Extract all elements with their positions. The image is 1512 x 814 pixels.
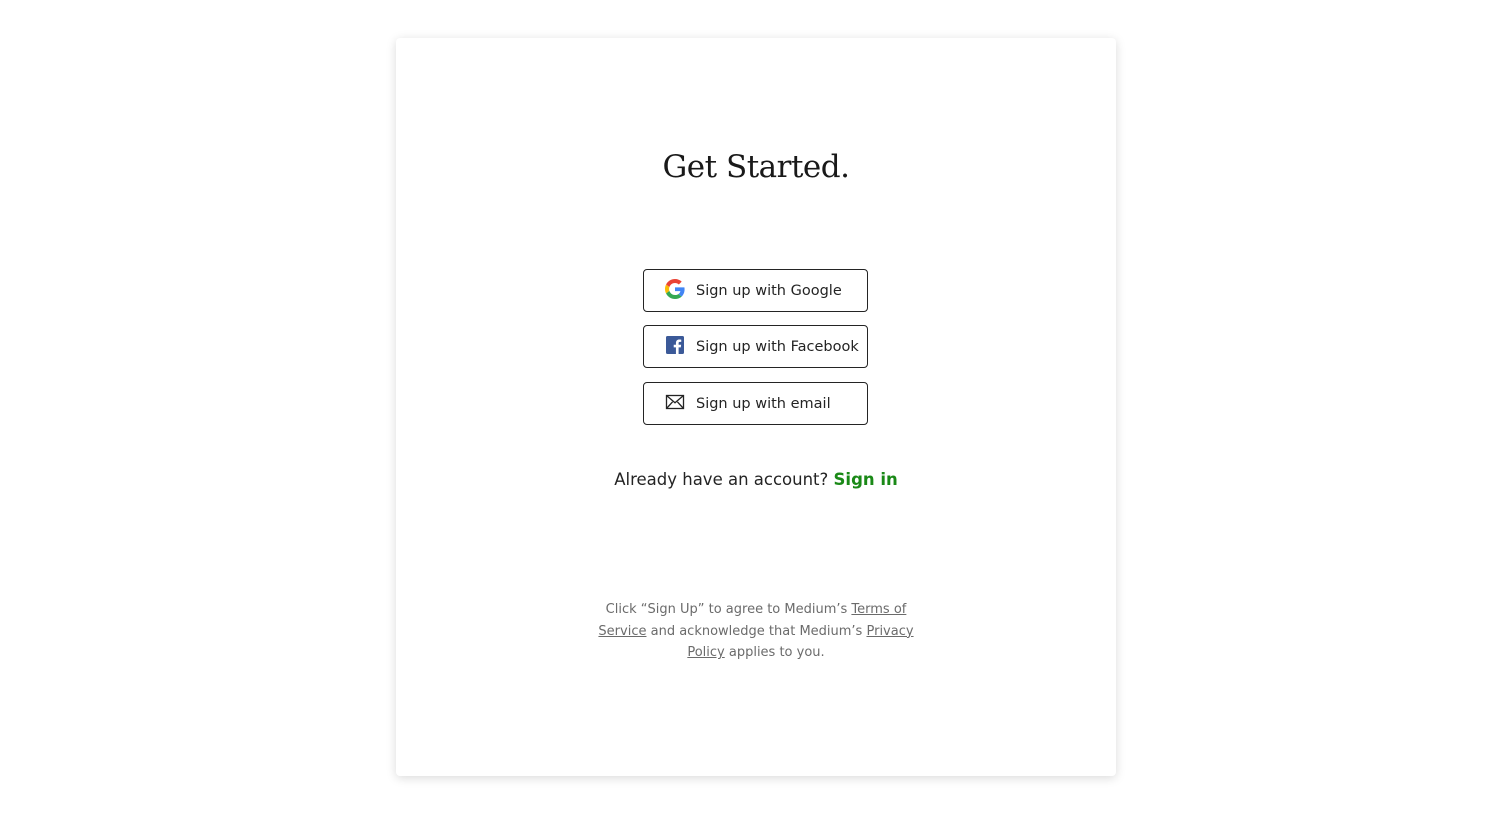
signup-email-label: Sign up with email [696,396,831,412]
facebook-icon [666,336,684,354]
legal-line2-suffix: applies to you. [728,645,825,660]
signup-google-button[interactable]: Sign up with Google [643,269,868,312]
page-title: Get Started. [662,149,850,185]
signup-google-label: Sign up with Google [696,283,842,299]
already-have-account-text: Already have an account? [614,470,829,489]
already-have-account: Already have an account? Sign in [396,468,1116,492]
legal-line2-text: and acknowledge that Medium’s [650,623,863,639]
signup-facebook-label: Sign up with Facebook [696,339,859,355]
sign-in-link[interactable]: Sign in [834,470,898,489]
signup-facebook-button[interactable]: Sign up with Facebook [643,325,868,368]
signup-email-button[interactable]: Sign up with email [643,382,868,425]
legal-notice: Click “Sign Up” to agree to Medium’s Ter… [581,599,931,664]
email-icon [665,394,685,410]
signup-card: Get Started. Sign up with Google Sign up… [396,38,1116,776]
legal-line1-text: Click “Sign Up” to agree to Medium’s [605,602,848,617]
google-icon [665,279,685,299]
